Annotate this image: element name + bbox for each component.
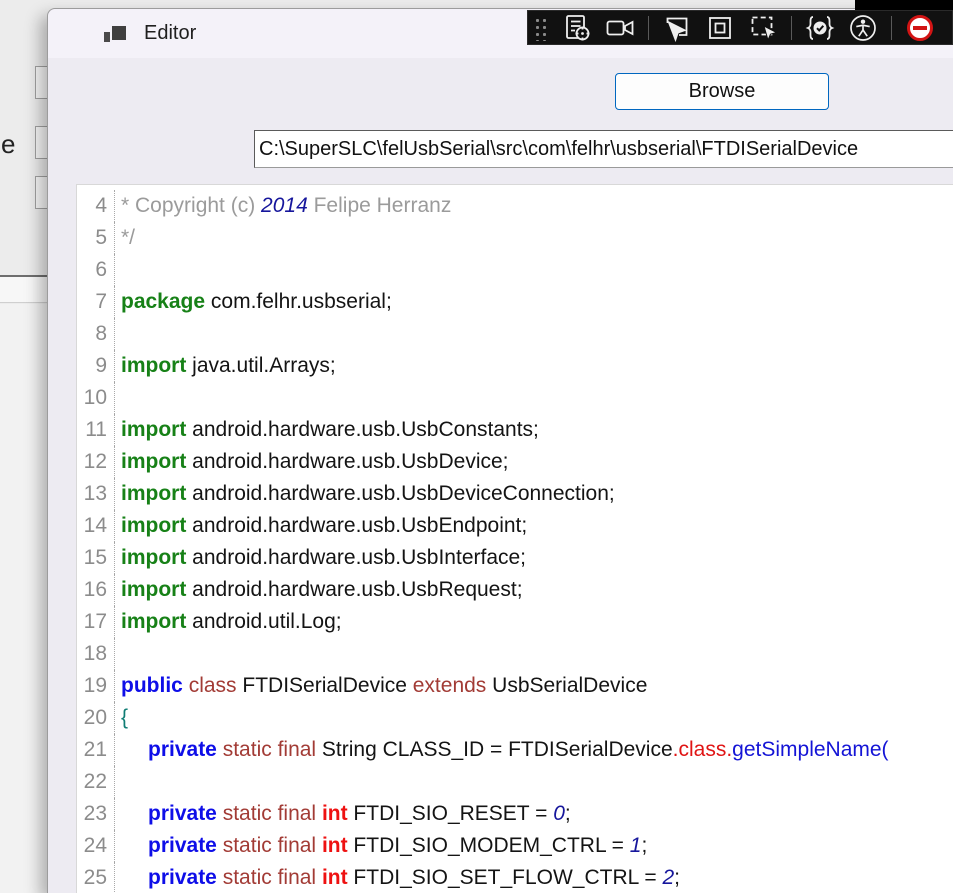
code-line[interactable]: 4 * Copyright (c) 2014 Felipe Herranz	[77, 190, 953, 222]
line-number: 21	[77, 734, 115, 766]
code-line[interactable]: 13 import android.hardware.usb.UsbDeviceC…	[77, 478, 953, 510]
inspect-details-icon[interactable]	[562, 13, 592, 43]
line-number: 9	[77, 350, 115, 382]
line-number: 14	[77, 510, 115, 542]
code-line[interactable]: 5 */	[77, 222, 953, 254]
accessibility-person-icon[interactable]	[848, 13, 878, 43]
code-line[interactable]: 17 import android.util.Log;	[77, 606, 953, 638]
line-number: 10	[77, 382, 115, 414]
code-line[interactable]: 19 public class FTDISerialDevice extends …	[77, 670, 953, 702]
grip-handle[interactable]	[533, 14, 549, 41]
editor-window: Editor Browse 4 * Copyright (c) 2014 Feli…	[47, 8, 953, 893]
line-number: 13	[77, 478, 115, 510]
code-line-text: private static final String CLASS_ID = F…	[148, 738, 889, 761]
line-number: 19	[77, 670, 115, 702]
line-number: 6	[77, 254, 115, 286]
code-line[interactable]: 16 import android.hardware.usb.UsbRequest…	[77, 574, 953, 606]
code-line[interactable]: 14 import android.hardware.usb.UsbEndpoin…	[77, 510, 953, 542]
select-element-cursor-icon[interactable]	[662, 13, 692, 43]
code-line[interactable]: 21 private static final String CLASS_ID =…	[77, 734, 953, 766]
file-path-input[interactable]	[254, 130, 953, 168]
overlay-toolbar	[527, 10, 953, 45]
code-line[interactable]: 18	[77, 638, 953, 670]
code-editor[interactable]: 4 * Copyright (c) 2014 Felipe Herranz 5 */ 6…	[76, 184, 953, 893]
selection-box-cursor-icon[interactable]	[748, 13, 778, 43]
code-line-text: * Copyright (c) 2014 Felipe Herranz	[121, 194, 452, 217]
code-line-text: {	[121, 706, 129, 729]
line-number: 16	[77, 574, 115, 606]
browse-button[interactable]: Browse	[615, 73, 829, 110]
code-line[interactable]: 8	[77, 318, 953, 350]
toolbar-separator	[891, 15, 892, 40]
code-line[interactable]: 25 private static final int FTDI_SIO_SET_…	[77, 862, 953, 893]
code-line[interactable]: 23 private static final int FTDI_SIO_RESE…	[77, 798, 953, 830]
line-number: 11	[77, 414, 115, 446]
line-number: 4	[77, 190, 115, 222]
code-line-text: import android.hardware.usb.UsbEndpoint;	[121, 514, 528, 537]
code-line[interactable]: 24 private static final int FTDI_SIO_MODE…	[77, 830, 953, 862]
code-line[interactable]: 22	[77, 766, 953, 798]
line-number: 17	[77, 606, 115, 638]
video-camera-icon[interactable]	[605, 13, 635, 43]
code-line[interactable]: 11 import android.hardware.usb.UsbConstan…	[77, 414, 953, 446]
code-line-text: private static final int FTDI_SIO_RESET …	[148, 802, 571, 825]
code-line-text: import android.hardware.usb.UsbInterface…	[121, 546, 527, 569]
background-divider	[0, 275, 48, 277]
line-number: 25	[77, 862, 115, 893]
code-line[interactable]: 6	[77, 254, 953, 286]
code-line-text: package com.felhr.usbserial;	[121, 290, 392, 313]
code-line[interactable]: 12 import android.hardware.usb.UsbDevice;	[77, 446, 953, 478]
line-number: 8	[77, 318, 115, 350]
code-line[interactable]: 7 package com.felhr.usbserial;	[77, 286, 953, 318]
stop-icon[interactable]	[905, 13, 935, 43]
code-line[interactable]: 10	[77, 382, 953, 414]
toolbar-separator	[648, 15, 649, 40]
window-tiles-icon	[104, 24, 128, 44]
code-line-text: private static final int FTDI_SIO_SET_FL…	[148, 866, 681, 889]
background-partial-label: e	[1, 129, 16, 159]
code-line[interactable]: 15 import android.hardware.usb.UsbInterfa…	[77, 542, 953, 574]
braces-check-icon[interactable]	[805, 13, 835, 43]
code-line-text: import java.util.Arrays;	[121, 354, 336, 377]
line-number: 18	[77, 638, 115, 670]
window-title: Editor	[144, 22, 197, 44]
code-lines: 4 * Copyright (c) 2014 Felipe Herranz 5 */ 6…	[77, 190, 953, 893]
background-panel-strip	[0, 277, 48, 303]
line-number: 22	[77, 766, 115, 798]
code-line-text: import android.hardware.usb.UsbDevice;	[121, 450, 509, 473]
line-number: 20	[77, 702, 115, 734]
line-number: 12	[77, 446, 115, 478]
line-number: 7	[77, 286, 115, 318]
code-line[interactable]: 9 import java.util.Arrays;	[77, 350, 953, 382]
code-line-text: import android.hardware.usb.UsbRequest;	[121, 578, 523, 601]
code-line-text: import android.util.Log;	[121, 610, 342, 633]
code-line-text: */	[121, 226, 136, 249]
code-line[interactable]: 20 {	[77, 702, 953, 734]
toolbar-separator	[791, 15, 792, 40]
code-line-text: import android.hardware.usb.UsbConstants…	[121, 418, 539, 441]
line-number: 24	[77, 830, 115, 862]
background-panel	[0, 304, 48, 893]
square-frame-icon[interactable]	[705, 13, 735, 43]
code-line-text: private static final int FTDI_SIO_MODEM_…	[148, 834, 648, 857]
line-number: 5	[77, 222, 115, 254]
line-number: 15	[77, 542, 115, 574]
code-line-text: public class FTDISerialDevice extends Us…	[121, 674, 648, 697]
line-number: 23	[77, 798, 115, 830]
code-line-text: import android.hardware.usb.UsbDeviceCon…	[121, 482, 615, 505]
